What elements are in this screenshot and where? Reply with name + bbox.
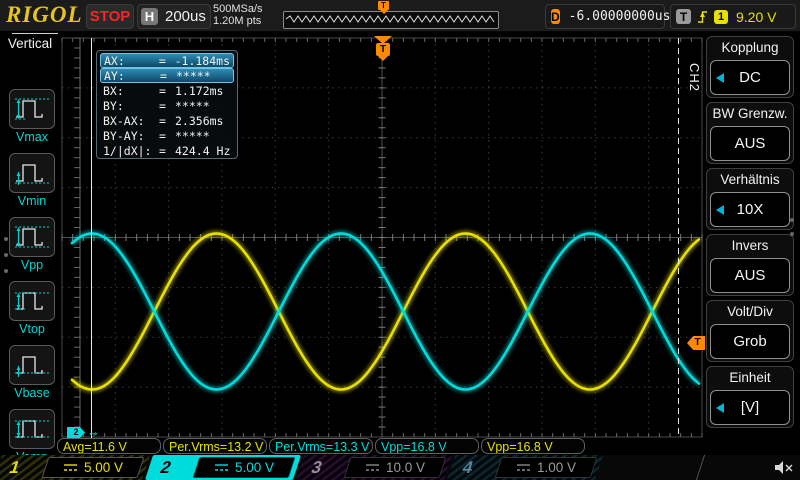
- cursor-readout-equals: =: [159, 84, 175, 98]
- cursor-readout-label: BX-AX:: [103, 114, 159, 128]
- channel-3-tab[interactable]: 3 10.0 V: [296, 455, 452, 480]
- menu-item-value[interactable]: Grob: [710, 324, 790, 359]
- channel-number: 1: [6, 455, 24, 480]
- menu-item-value[interactable]: 10X: [710, 192, 790, 227]
- cursor-readout-label: BY:: [103, 99, 159, 113]
- menu-item-label: Volt/Div: [707, 301, 793, 323]
- menu-item-label: Verhältnis: [707, 169, 793, 191]
- dc-coupling-icon: [516, 463, 531, 472]
- cursor-readout-equals: =: [159, 99, 175, 113]
- channel-scale-content: 5.00 V: [214, 460, 274, 475]
- measurement-readout: Avg=11.6 V: [57, 438, 161, 454]
- cursor-readout-value: 1.172ms: [175, 84, 223, 98]
- menu-item-label: BW Grenzw.: [707, 103, 793, 125]
- channel-scale-box: 10.0 V: [344, 457, 447, 478]
- menu-item-bw-grenzw-[interactable]: BW Grenzw.AUS: [706, 102, 794, 164]
- channel-2-tab[interactable]: 2 5.00 V: [145, 455, 301, 480]
- cursor-readout-value: *****: [175, 129, 210, 143]
- cursor-readout-value: *****: [176, 69, 211, 83]
- menu-item-value[interactable]: AUS: [710, 126, 790, 161]
- channel-scale-value: 1.00 V: [537, 460, 576, 475]
- cursor-readout-row: BX-AX:=2.356ms: [100, 113, 234, 128]
- cursor-readout-row: BY-AY:=*****: [100, 128, 234, 143]
- cursor-readout-label: BY-AY:: [103, 129, 159, 143]
- cursor-readout-label: AY:: [104, 69, 160, 83]
- ch2-ground-offscreen-arrow: ↔: [87, 424, 100, 439]
- cursor-a-line[interactable]: [91, 38, 92, 438]
- measurement-readout: Vpp=16.8 V: [375, 438, 479, 454]
- menu-item-label: Kopplung: [707, 37, 793, 59]
- menu-item-value[interactable]: AUS: [710, 258, 790, 293]
- channel-scale-value: 5.00 V: [235, 460, 274, 475]
- channel-scale-box: 1.00 V: [495, 457, 598, 478]
- cursor-readout-row: 1/|dX|:=424.4 Hz: [100, 143, 234, 158]
- menu-item-volt-div[interactable]: Volt/DivGrob: [706, 300, 794, 362]
- channel-1-tab[interactable]: 1 5.00 V: [0, 455, 150, 480]
- cursor-readout-equals: =: [159, 129, 175, 143]
- trigger-position-marker[interactable]: T: [374, 36, 392, 61]
- channel-scale-content: 1.00 V: [516, 460, 576, 475]
- channel-scale-box: 5.00 V: [42, 457, 145, 478]
- measurement-readout: Vpp=16.8 V: [481, 438, 585, 454]
- dc-coupling-icon: [365, 463, 380, 472]
- dc-coupling-icon: [214, 463, 229, 472]
- channel-scale-value: 10.0 V: [386, 460, 425, 475]
- left-arrow-icon: [716, 205, 724, 215]
- menu-item-invers[interactable]: InversAUS: [706, 234, 794, 296]
- menu-channel-tab: CH2: [686, 52, 702, 104]
- menu-item-label: Einheit: [707, 367, 793, 389]
- menu-item-verh-ltnis[interactable]: Verhältnis10X: [706, 168, 794, 230]
- cursor-readout-equals: =: [159, 114, 175, 128]
- menu-item-value[interactable]: [V]: [710, 390, 790, 425]
- channel-number: 2: [157, 455, 175, 480]
- cursor-readout-box: AX:=-1.184msAY:=*****BX:=1.172msBY:=****…: [96, 50, 238, 159]
- cursor-readout-label: 1/|dX|:: [103, 144, 159, 158]
- cursor-readout-row: AY:=*****: [100, 68, 234, 83]
- cursor-readout-row: BY:=*****: [100, 98, 234, 113]
- channel-scale-value: 5.00 V: [84, 460, 123, 475]
- channel-scale-box: 5.00 V: [193, 457, 296, 478]
- cursor-readout-equals: =: [160, 69, 176, 83]
- channel-scale-content: 10.0 V: [365, 460, 425, 475]
- cursor-readout-equals: =: [159, 54, 175, 68]
- measurement-readout: Per.Vrms=13.3 V: [269, 438, 373, 454]
- cursor-b-line[interactable]: [678, 38, 679, 438]
- cursor-readout-value: *****: [175, 99, 210, 113]
- menu-page-dots: [790, 208, 794, 246]
- cursor-readout-value: 2.356ms: [175, 114, 223, 128]
- trigger-pin-tail: [378, 56, 388, 61]
- oscilloscope-screen: RIGOL STOP H 200us 500MSa/s 1.20M pts T …: [0, 0, 800, 480]
- left-arrow-icon: [716, 73, 724, 83]
- speaker-muted-icon[interactable]: [773, 459, 795, 480]
- channel-bar-divider: [696, 455, 705, 480]
- dc-coupling-icon: [63, 463, 78, 472]
- left-arrow-icon: [716, 403, 724, 413]
- cursor-readout-label: BX:: [103, 84, 159, 98]
- channel-scale-content: 5.00 V: [63, 460, 123, 475]
- cursor-readout-value: -1.184ms: [175, 54, 230, 68]
- menu-item-kopplung[interactable]: KopplungDC: [706, 36, 794, 98]
- measurement-readout: Per.Vrms=13.2 V: [163, 438, 267, 454]
- cursor-readout-row: BX:=1.172ms: [100, 83, 234, 98]
- channel-number: 4: [459, 455, 477, 480]
- menu-item-value[interactable]: DC: [710, 60, 790, 95]
- cursor-readout-label: AX:: [104, 54, 159, 68]
- channel-4-tab[interactable]: 4 1.00 V: [447, 455, 603, 480]
- channel-status-bar: 1 5.00 V 2 5.00 V 3 10.0 V 4 1.00 V: [0, 455, 800, 480]
- cursor-readout-value: 424.4 Hz: [175, 144, 230, 158]
- channel-number: 3: [308, 455, 326, 480]
- menu-item-einheit[interactable]: Einheit[V]: [706, 366, 794, 428]
- cursor-readout-row: AX:=-1.184ms: [100, 53, 234, 68]
- menu-item-label: Invers: [707, 235, 793, 257]
- cursor-readout-equals: =: [159, 144, 175, 158]
